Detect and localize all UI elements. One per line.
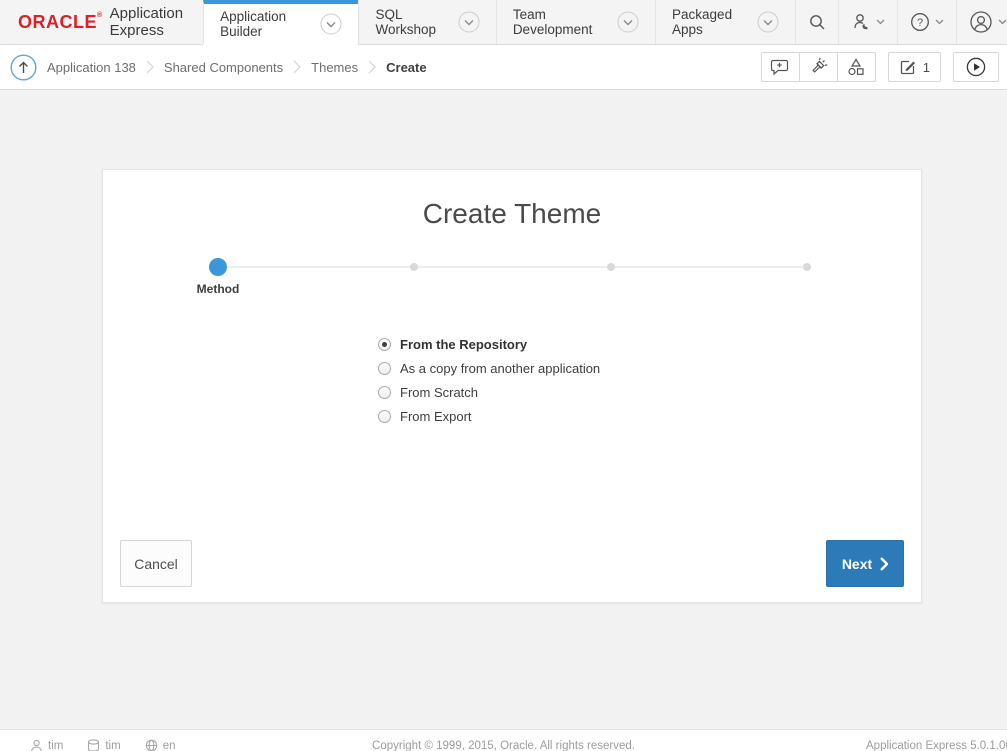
shared-components-button[interactable] (837, 52, 876, 82)
page-toolbar: 1 (761, 52, 999, 82)
utility-button-group (761, 52, 876, 82)
footer-schema: tim (87, 739, 120, 751)
page-title: Create Theme (103, 198, 921, 230)
breadcrumb-themes[interactable]: Themes (311, 60, 358, 75)
breadcrumb: Application 138 Shared Components Themes… (47, 57, 427, 77)
tab-application-builder[interactable]: Application Builder (203, 0, 358, 44)
create-theme-wizard: Create Theme Method From the Repository … (102, 169, 922, 603)
chevron-down-circle-icon[interactable] (757, 11, 779, 33)
chevron-down-icon (935, 19, 944, 25)
globe-icon (145, 739, 158, 751)
tab-label: SQL Workshop (375, 7, 448, 37)
wizard-step-label: Method (168, 282, 268, 296)
wizard-progress-line (218, 266, 807, 268)
radio-button-icon[interactable] (378, 386, 391, 399)
edit-page-button[interactable]: 1 (888, 52, 941, 82)
feedback-bubble-icon (770, 58, 790, 76)
administration-menu[interactable] (838, 0, 897, 44)
copyright-text: Copyright © 1999, 2015, Oracle. All righ… (372, 740, 635, 751)
app-name: Application Express (110, 5, 203, 39)
radio-from-scratch[interactable]: From Scratch (378, 380, 600, 404)
breadcrumb-separator-icon (368, 57, 376, 77)
tab-packaged-apps[interactable]: Packaged Apps (655, 0, 795, 44)
chevron-down-circle-icon[interactable] (320, 13, 342, 35)
breadcrumb-bar: Application 138 Shared Components Themes… (0, 45, 1007, 90)
person-icon (30, 739, 43, 751)
play-icon (966, 57, 986, 77)
svg-text:?: ? (917, 17, 923, 29)
breadcrumb-shared-components[interactable]: Shared Components (164, 60, 283, 75)
next-button[interactable]: Next (826, 540, 904, 587)
tab-label: Application Builder (220, 9, 311, 39)
help-icon: ? (910, 12, 930, 32)
user-menu[interactable] (956, 0, 1007, 44)
wizard-step-dot (803, 263, 811, 271)
search-icon (808, 13, 826, 31)
radio-from-export[interactable]: From Export (378, 404, 600, 428)
footer-session-info: tim tim en (30, 739, 175, 751)
edit-page-icon (899, 58, 917, 76)
top-nav: ORACLE® Application Express Application … (0, 0, 1007, 45)
radio-from-the-repository[interactable]: From the Repository (378, 332, 600, 356)
flashlight-icon (808, 57, 828, 77)
user-icon (969, 10, 993, 34)
admin-wrench-icon (851, 12, 871, 32)
feedback-button[interactable] (761, 52, 800, 82)
wizard-step-dot (607, 263, 615, 271)
tab-sql-workshop[interactable]: SQL Workshop (358, 0, 495, 44)
chevron-down-icon (998, 19, 1007, 25)
shapes-icon (846, 57, 866, 77)
chevron-down-icon (876, 19, 885, 25)
breadcrumb-separator-icon (293, 57, 301, 77)
database-icon (87, 739, 100, 751)
method-radio-group: From the Repository As a copy from anoth… (378, 332, 600, 428)
radio-button-icon[interactable] (378, 338, 391, 351)
tab-label: Team Development (513, 7, 608, 37)
breadcrumb-create: Create (386, 60, 426, 75)
oracle-logo: ORACLE® (18, 12, 103, 33)
wizard-step-method-dot (209, 258, 227, 276)
breadcrumb-application[interactable]: Application 138 (47, 60, 136, 75)
page-footer: tim tim en Copyright © 1999, 2015, Oracl… (0, 729, 1007, 751)
run-application-button[interactable] (953, 52, 999, 82)
cancel-button[interactable]: Cancel (120, 540, 192, 587)
theme-roller-button[interactable] (799, 52, 838, 82)
up-level-button[interactable] (10, 54, 37, 81)
chevron-down-circle-icon[interactable] (617, 11, 639, 33)
chevron-down-circle-icon[interactable] (458, 11, 480, 33)
footer-language: en (145, 739, 176, 751)
tab-team-development[interactable]: Team Development (496, 0, 655, 44)
radio-button-icon[interactable] (378, 410, 391, 423)
help-menu[interactable]: ? (897, 0, 956, 44)
app-logo: ORACLE® Application Express (0, 0, 203, 44)
chevron-right-icon (880, 557, 888, 571)
wizard-step-dot (410, 263, 418, 271)
radio-button-icon[interactable] (378, 362, 391, 375)
footer-user: tim (30, 739, 63, 751)
page-indicator: 1 (923, 60, 930, 75)
tab-label: Packaged Apps (672, 7, 748, 37)
search-button[interactable] (795, 0, 838, 44)
radio-as-a-copy-from-another-application[interactable]: As a copy from another application (378, 356, 600, 380)
version-text: Application Express 5.0.1.00.04 (866, 740, 1007, 751)
breadcrumb-separator-icon (146, 57, 154, 77)
